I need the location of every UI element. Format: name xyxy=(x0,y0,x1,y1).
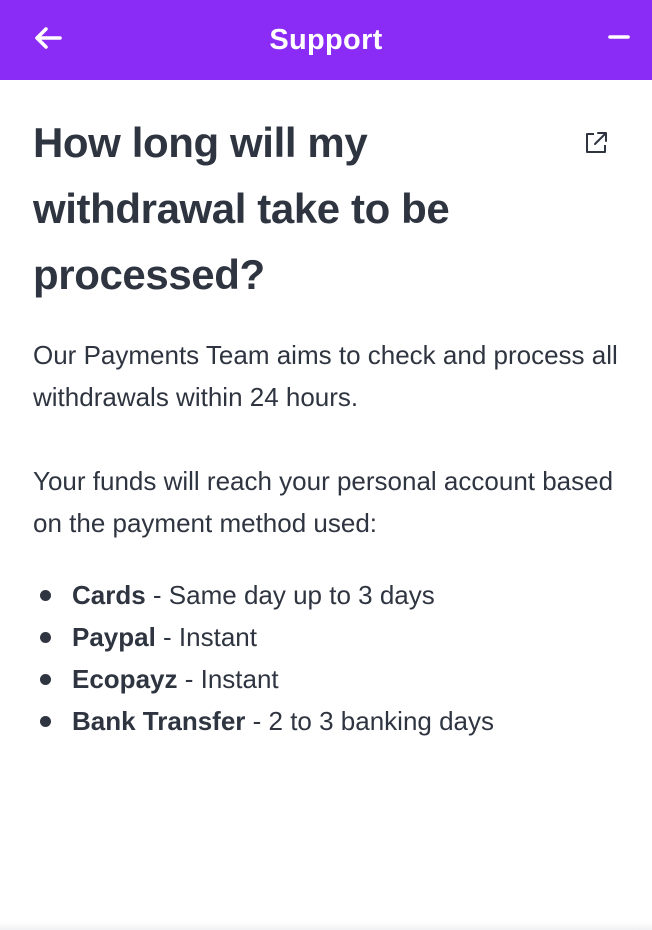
external-link-icon xyxy=(586,132,607,153)
payment-method-list: Cards - Same day up to 3 days Paypal - I… xyxy=(33,574,623,742)
bullet-icon xyxy=(40,674,51,685)
support-header: Support xyxy=(0,0,652,80)
list-item: Paypal - Instant xyxy=(33,616,623,658)
payment-method-detail: - Instant xyxy=(155,622,257,652)
article-paragraph: Your funds will reach your personal acco… xyxy=(33,466,614,538)
back-button[interactable] xyxy=(30,22,66,54)
open-in-new-window-button[interactable] xyxy=(581,128,611,158)
payment-method-detail: - Same day up to 3 days xyxy=(145,580,435,610)
article-paragraph: Our Payments Team aims to check and proc… xyxy=(33,340,618,412)
bullet-icon xyxy=(40,716,51,727)
payment-method-name: Paypal xyxy=(72,622,156,652)
article-content: How long will my withdrawal take to be p… xyxy=(33,80,623,742)
payment-method-name: Bank Transfer xyxy=(72,706,246,736)
minimize-button[interactable] xyxy=(606,22,632,52)
header-title: Support xyxy=(269,23,383,56)
bottom-divider xyxy=(0,922,652,930)
list-item: Cards - Same day up to 3 days xyxy=(33,574,623,616)
bullet-icon xyxy=(40,590,51,601)
arrow-left-icon xyxy=(35,27,62,49)
minimize-icon xyxy=(608,35,630,39)
list-item: Ecopayz - Instant xyxy=(33,658,623,700)
payment-method-detail: - 2 to 3 banking days xyxy=(245,706,495,736)
list-item: Bank Transfer - 2 to 3 banking days xyxy=(33,700,623,742)
payment-method-name: Ecopayz xyxy=(72,664,178,694)
payment-method-detail: - Instant xyxy=(177,664,279,694)
bullet-icon xyxy=(40,632,51,643)
payment-method-name: Cards xyxy=(72,580,146,610)
article-title: How long will my withdrawal take to be p… xyxy=(33,119,450,298)
